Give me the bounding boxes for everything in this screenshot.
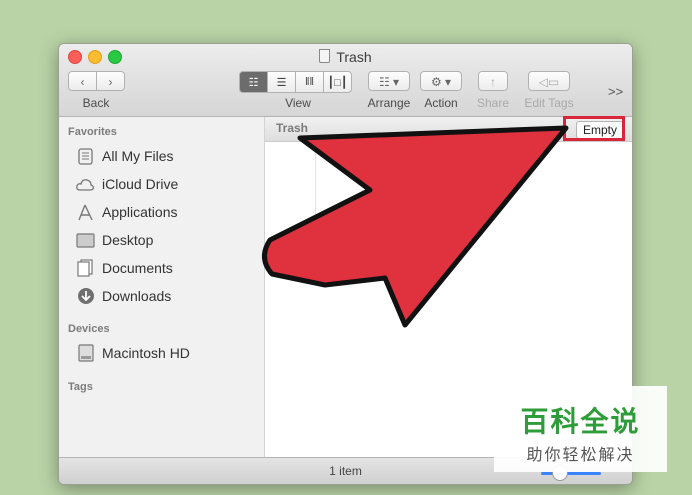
watermark-subtitle: 助你轻松解决 — [526, 447, 635, 464]
red-arrow-shape — [262, 125, 569, 328]
watermark: 百科全说 助你轻松解决 — [494, 386, 667, 472]
watermark-title: 百科全说 — [520, 406, 641, 437]
